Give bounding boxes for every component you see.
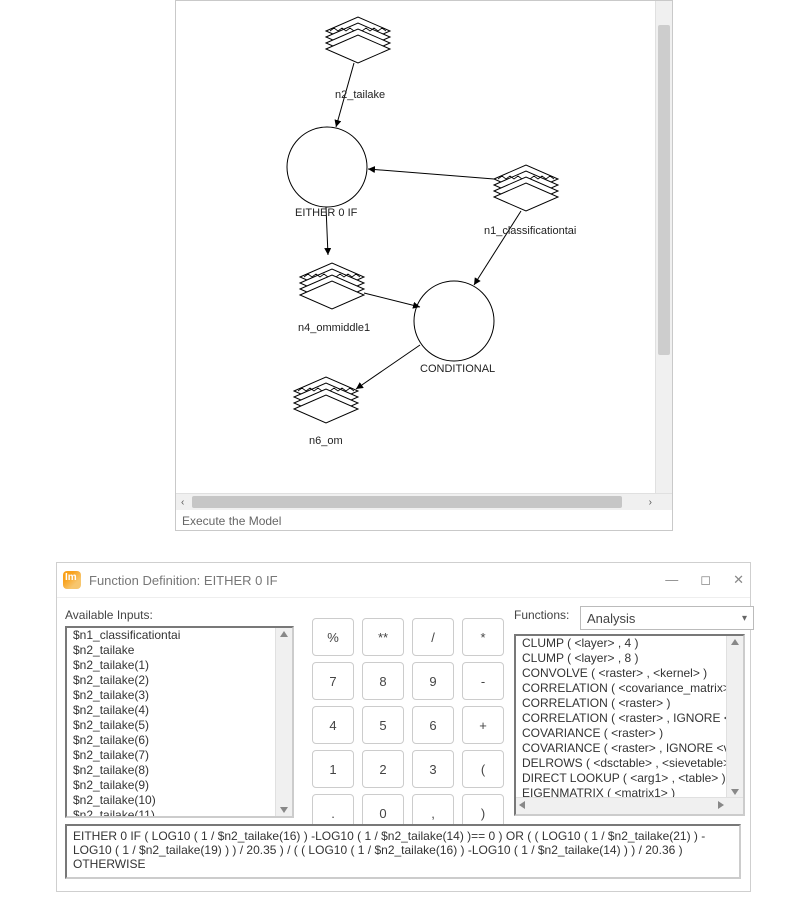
list-item[interactable]: DELROWS ( <dsctable> , <sievetable> ) xyxy=(516,756,743,771)
key-6[interactable]: 6 xyxy=(412,706,454,744)
label-conditional: CONDITIONAL xyxy=(420,363,495,375)
node-n2-tailake[interactable] xyxy=(326,17,390,63)
label-n2-tailake: n2_tailake xyxy=(335,89,385,101)
node-either-0-if[interactable] xyxy=(287,127,367,207)
list-item[interactable]: COVARIANCE ( <raster> ) xyxy=(516,726,743,741)
key-5[interactable]: 5 xyxy=(362,706,404,744)
calculator-keypad: % ** / * 7 8 9 - 4 5 6 + 1 2 3 ( . 0 , ) xyxy=(312,618,504,832)
key-3[interactable]: 3 xyxy=(412,750,454,788)
node-n1-classificationtai[interactable] xyxy=(494,165,558,211)
function-definition-window: Function Definition: EITHER 0 IF — ◻ ✕ A… xyxy=(56,562,751,892)
scroll-right-icon[interactable]: › xyxy=(649,497,652,508)
key-9[interactable]: 9 xyxy=(412,662,454,700)
list-item[interactable]: CORRELATION ( <raster> , IGNORE < xyxy=(516,711,743,726)
functions-horizontal-scrollbar[interactable] xyxy=(516,797,743,814)
maximize-icon[interactable]: ◻ xyxy=(700,572,711,588)
list-item[interactable]: $n2_tailake(4) xyxy=(67,703,292,718)
functions-category-value: Analysis xyxy=(587,611,635,626)
list-item[interactable]: CORRELATION ( <raster> ) xyxy=(516,696,743,711)
model-diagram-svg xyxy=(176,1,656,493)
label-n6-om: n6_om xyxy=(309,435,343,447)
list-item[interactable]: CONVOLVE ( <raster> , <kernel> ) xyxy=(516,666,743,681)
key-divide[interactable]: / xyxy=(412,618,454,656)
diagram-horizontal-scrollbar[interactable]: ‹ › xyxy=(176,493,672,510)
list-item[interactable]: $n2_tailake(10) xyxy=(67,793,292,808)
expression-textbox[interactable]: EITHER 0 IF ( LOG10 ( 1 / $n2_tailake(16… xyxy=(65,824,741,879)
list-item[interactable]: $n2_tailake(5) xyxy=(67,718,292,733)
available-inputs-list[interactable]: $n1_classificationtai $n2_tailake $n2_ta… xyxy=(65,626,294,818)
label-n1-classificationtai: n1_classificationtai xyxy=(484,225,576,237)
functions-label: Functions: xyxy=(514,608,569,622)
scroll-left-icon[interactable]: ‹ xyxy=(181,497,184,508)
diagram-vertical-scrollbar[interactable] xyxy=(655,1,672,494)
key-open-paren[interactable]: ( xyxy=(462,750,504,788)
window-titlebar[interactable]: Function Definition: EITHER 0 IF — ◻ ✕ xyxy=(57,563,750,598)
list-item[interactable]: CORRELATION ( <covariance_matrix> ) xyxy=(516,681,743,696)
edge-n1-to-conditional xyxy=(474,211,521,285)
functions-list[interactable]: CLUMP ( <layer> , 4 ) CLUMP ( <layer> , … xyxy=(514,634,745,816)
node-n6-om[interactable] xyxy=(294,377,358,423)
chevron-down-icon: ▾ xyxy=(742,613,747,624)
window-title: Function Definition: EITHER 0 IF xyxy=(89,573,278,588)
key-7[interactable]: 7 xyxy=(312,662,354,700)
minimize-icon[interactable]: — xyxy=(665,572,678,588)
key-percent[interactable]: % xyxy=(312,618,354,656)
list-item[interactable]: CLUMP ( <layer> , 4 ) xyxy=(516,636,743,651)
list-item[interactable]: $n2_tailake(6) xyxy=(67,733,292,748)
model-diagram-window: n2_tailake EITHER 0 IF n1_classification… xyxy=(175,0,673,531)
list-item[interactable]: $n2_tailake(8) xyxy=(67,763,292,778)
key-1[interactable]: 1 xyxy=(312,750,354,788)
list-item[interactable]: $n2_tailake(9) xyxy=(67,778,292,793)
list-item[interactable]: $n2_tailake(3) xyxy=(67,688,292,703)
list-item[interactable]: $n2_tailake(11) xyxy=(67,808,292,818)
edge-conditional-to-n6 xyxy=(356,345,420,389)
key-4[interactable]: 4 xyxy=(312,706,354,744)
functions-vertical-scrollbar[interactable] xyxy=(726,636,743,798)
functions-category-select[interactable]: Analysis ▾ xyxy=(580,606,754,630)
inputs-vertical-scrollbar[interactable] xyxy=(275,628,292,816)
app-icon xyxy=(63,571,81,589)
available-inputs-label: Available Inputs: xyxy=(65,608,153,622)
key-plus[interactable]: + xyxy=(462,706,504,744)
edge-n4-to-conditional xyxy=(364,293,420,307)
list-item[interactable]: CLUMP ( <layer> , 8 ) xyxy=(516,651,743,666)
close-icon[interactable]: ✕ xyxy=(733,572,744,588)
key-minus[interactable]: - xyxy=(462,662,504,700)
list-item[interactable]: $n2_tailake(7) xyxy=(67,748,292,763)
list-item[interactable]: $n2_tailake xyxy=(67,643,292,658)
window-controls: — ◻ ✕ xyxy=(665,572,744,588)
key-8[interactable]: 8 xyxy=(362,662,404,700)
key-multiply[interactable]: * xyxy=(462,618,504,656)
key-power[interactable]: ** xyxy=(362,618,404,656)
node-n4-ommiddle1[interactable] xyxy=(300,263,364,309)
list-item[interactable]: $n2_tailake(1) xyxy=(67,658,292,673)
edge-n1-to-either xyxy=(368,169,494,179)
key-2[interactable]: 2 xyxy=(362,750,404,788)
node-conditional[interactable] xyxy=(414,281,494,361)
list-item[interactable]: $n2_tailake(2) xyxy=(67,673,292,688)
label-n4-ommiddle1: n4_ommiddle1 xyxy=(298,322,370,334)
list-item[interactable]: $n1_classificationtai xyxy=(67,628,292,643)
list-item[interactable]: COVARIANCE ( <raster> , IGNORE <v xyxy=(516,741,743,756)
label-either-0-if: EITHER 0 IF xyxy=(295,207,357,219)
list-item[interactable]: DIRECT LOOKUP ( <arg1> , <table> ) xyxy=(516,771,743,786)
diagram-status-text: Execute the Model xyxy=(182,514,281,528)
